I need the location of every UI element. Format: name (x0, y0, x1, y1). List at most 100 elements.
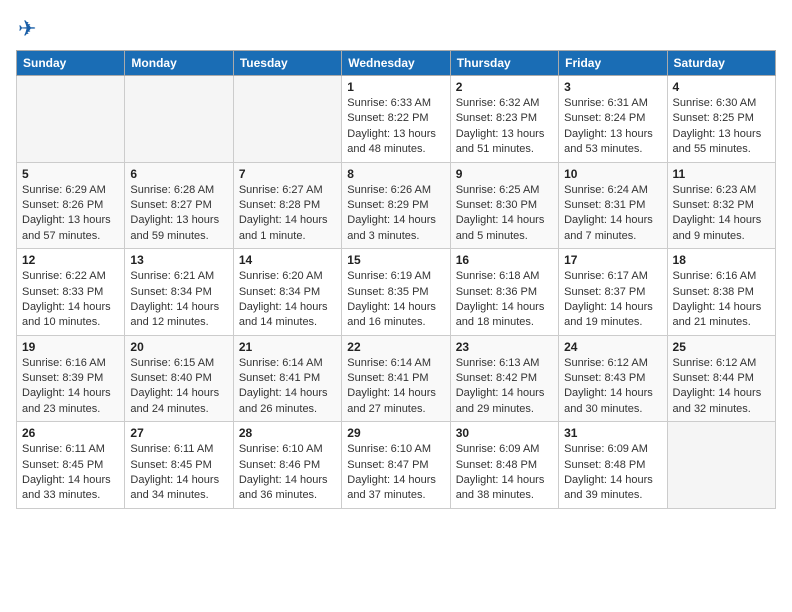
calendar-cell: 13 Sunrise: 6:21 AMSunset: 8:34 PMDayligh… (125, 249, 233, 336)
day-info: Sunrise: 6:25 AMSunset: 8:30 PMDaylight:… (456, 183, 553, 245)
day-number: 21 (239, 340, 336, 354)
day-number: 1 (347, 80, 444, 94)
day-number: 23 (456, 340, 553, 354)
day-info: Sunrise: 6:11 AMSunset: 8:45 PMDaylight:… (22, 442, 119, 504)
calendar-cell: 5 Sunrise: 6:29 AMSunset: 8:26 PMDaylight… (17, 162, 125, 249)
day-number: 24 (564, 340, 661, 354)
calendar-table: SundayMondayTuesdayWednesdayThursdayFrid… (16, 50, 776, 509)
day-number: 10 (564, 167, 661, 181)
day-info: Sunrise: 6:18 AMSunset: 8:36 PMDaylight:… (456, 269, 553, 331)
day-number: 15 (347, 253, 444, 267)
day-number: 9 (456, 167, 553, 181)
calendar-cell: 10 Sunrise: 6:24 AMSunset: 8:31 PMDayligh… (559, 162, 667, 249)
day-number: 13 (130, 253, 227, 267)
day-number: 3 (564, 80, 661, 94)
day-number: 19 (22, 340, 119, 354)
day-number: 11 (673, 167, 770, 181)
calendar-cell: 15 Sunrise: 6:19 AMSunset: 8:35 PMDayligh… (342, 249, 450, 336)
day-info: Sunrise: 6:14 AMSunset: 8:41 PMDaylight:… (239, 356, 336, 418)
day-info: Sunrise: 6:20 AMSunset: 8:34 PMDaylight:… (239, 269, 336, 331)
calendar-cell: 4 Sunrise: 6:30 AMSunset: 8:25 PMDaylight… (667, 76, 775, 163)
day-info: Sunrise: 6:16 AMSunset: 8:39 PMDaylight:… (22, 356, 119, 418)
day-number: 26 (22, 426, 119, 440)
calendar-cell (17, 76, 125, 163)
day-info: Sunrise: 6:23 AMSunset: 8:32 PMDaylight:… (673, 183, 770, 245)
day-info: Sunrise: 6:29 AMSunset: 8:26 PMDaylight:… (22, 183, 119, 245)
weekday-header-saturday: Saturday (667, 51, 775, 76)
day-number: 18 (673, 253, 770, 267)
week-row-3: 12Sunrise: 6:22 AMSunset: 8:33 PMDayligh… (17, 249, 776, 336)
calendar-cell: 11 Sunrise: 6:23 AMSunset: 8:32 PMDayligh… (667, 162, 775, 249)
day-info: Sunrise: 6:19 AMSunset: 8:35 PMDaylight:… (347, 269, 444, 331)
day-number: 29 (347, 426, 444, 440)
calendar-cell: 30 Sunrise: 6:09 AMSunset: 8:48 PMDayligh… (450, 422, 558, 509)
day-number: 16 (456, 253, 553, 267)
calendar-cell: 12Sunrise: 6:22 AMSunset: 8:33 PMDayligh… (17, 249, 125, 336)
calendar-cell: 17 Sunrise: 6:17 AMSunset: 8:37 PMDayligh… (559, 249, 667, 336)
week-row-5: 26 Sunrise: 6:11 AMSunset: 8:45 PMDayligh… (17, 422, 776, 509)
weekday-header-wednesday: Wednesday (342, 51, 450, 76)
day-info: Sunrise: 6:27 AMSunset: 8:28 PMDaylight:… (239, 183, 336, 245)
day-info: Sunrise: 6:30 AMSunset: 8:25 PMDaylight:… (673, 96, 770, 158)
calendar-cell (125, 76, 233, 163)
calendar-cell: 29 Sunrise: 6:10 AMSunset: 8:47 PMDayligh… (342, 422, 450, 509)
day-info: Sunrise: 6:22 AMSunset: 8:33 PMDaylight:… (22, 269, 119, 331)
day-number: 27 (130, 426, 227, 440)
day-info: Sunrise: 6:16 AMSunset: 8:38 PMDaylight:… (673, 269, 770, 331)
weekday-header-row: SundayMondayTuesdayWednesdayThursdayFrid… (17, 51, 776, 76)
calendar-cell: 8Sunrise: 6:26 AMSunset: 8:29 PMDaylight… (342, 162, 450, 249)
day-number: 5 (22, 167, 119, 181)
day-info: Sunrise: 6:21 AMSunset: 8:34 PMDaylight:… (130, 269, 227, 331)
calendar-cell: 23 Sunrise: 6:13 AMSunset: 8:42 PMDayligh… (450, 335, 558, 422)
day-info: Sunrise: 6:33 AMSunset: 8:22 PMDaylight:… (347, 96, 444, 158)
calendar-cell: 19 Sunrise: 6:16 AMSunset: 8:39 PMDayligh… (17, 335, 125, 422)
calendar-cell: 25 Sunrise: 6:12 AMSunset: 8:44 PMDayligh… (667, 335, 775, 422)
day-number: 14 (239, 253, 336, 267)
calendar-cell: 2Sunrise: 6:32 AMSunset: 8:23 PMDaylight… (450, 76, 558, 163)
day-number: 17 (564, 253, 661, 267)
page-header: ✈ (16, 16, 776, 42)
day-info: Sunrise: 6:12 AMSunset: 8:44 PMDaylight:… (673, 356, 770, 418)
day-number: 22 (347, 340, 444, 354)
day-info: Sunrise: 6:14 AMSunset: 8:41 PMDaylight:… (347, 356, 444, 418)
calendar-cell: 1 Sunrise: 6:33 AMSunset: 8:22 PMDaylight… (342, 76, 450, 163)
calendar-cell (667, 422, 775, 509)
calendar-cell: 21 Sunrise: 6:14 AMSunset: 8:41 PMDayligh… (233, 335, 341, 422)
day-info: Sunrise: 6:09 AMSunset: 8:48 PMDaylight:… (564, 442, 661, 504)
day-info: Sunrise: 6:10 AMSunset: 8:47 PMDaylight:… (347, 442, 444, 504)
calendar-cell: 28Sunrise: 6:10 AMSunset: 8:46 PMDayligh… (233, 422, 341, 509)
weekday-header-friday: Friday (559, 51, 667, 76)
day-info: Sunrise: 6:13 AMSunset: 8:42 PMDaylight:… (456, 356, 553, 418)
calendar-cell: 24 Sunrise: 6:12 AMSunset: 8:43 PMDayligh… (559, 335, 667, 422)
day-number: 25 (673, 340, 770, 354)
day-number: 20 (130, 340, 227, 354)
day-info: Sunrise: 6:24 AMSunset: 8:31 PMDaylight:… (564, 183, 661, 245)
day-info: Sunrise: 6:11 AMSunset: 8:45 PMDaylight:… (130, 442, 227, 504)
day-number: 7 (239, 167, 336, 181)
day-number: 31 (564, 426, 661, 440)
calendar-cell: 9 Sunrise: 6:25 AMSunset: 8:30 PMDaylight… (450, 162, 558, 249)
calendar-cell: 31 Sunrise: 6:09 AMSunset: 8:48 PMDayligh… (559, 422, 667, 509)
day-number: 28 (239, 426, 336, 440)
calendar-cell: 22 Sunrise: 6:14 AMSunset: 8:41 PMDayligh… (342, 335, 450, 422)
week-row-2: 5 Sunrise: 6:29 AMSunset: 8:26 PMDaylight… (17, 162, 776, 249)
calendar-cell: 14 Sunrise: 6:20 AMSunset: 8:34 PMDayligh… (233, 249, 341, 336)
week-row-1: 1 Sunrise: 6:33 AMSunset: 8:22 PMDaylight… (17, 76, 776, 163)
day-number: 4 (673, 80, 770, 94)
weekday-header-tuesday: Tuesday (233, 51, 341, 76)
day-info: Sunrise: 6:09 AMSunset: 8:48 PMDaylight:… (456, 442, 553, 504)
calendar-cell: 3Sunrise: 6:31 AMSunset: 8:24 PMDaylight… (559, 76, 667, 163)
weekday-header-thursday: Thursday (450, 51, 558, 76)
day-info: Sunrise: 6:12 AMSunset: 8:43 PMDaylight:… (564, 356, 661, 418)
logo: ✈ (16, 16, 36, 42)
calendar-cell: 27 Sunrise: 6:11 AMSunset: 8:45 PMDayligh… (125, 422, 233, 509)
calendar-cell: 16 Sunrise: 6:18 AMSunset: 8:36 PMDayligh… (450, 249, 558, 336)
day-number: 30 (456, 426, 553, 440)
weekday-header-monday: Monday (125, 51, 233, 76)
day-info: Sunrise: 6:15 AMSunset: 8:40 PMDaylight:… (130, 356, 227, 418)
day-info: Sunrise: 6:17 AMSunset: 8:37 PMDaylight:… (564, 269, 661, 331)
calendar-cell: 20 Sunrise: 6:15 AMSunset: 8:40 PMDayligh… (125, 335, 233, 422)
calendar-cell (233, 76, 341, 163)
day-info: Sunrise: 6:28 AMSunset: 8:27 PMDaylight:… (130, 183, 227, 245)
calendar-cell: 6Sunrise: 6:28 AMSunset: 8:27 PMDaylight… (125, 162, 233, 249)
